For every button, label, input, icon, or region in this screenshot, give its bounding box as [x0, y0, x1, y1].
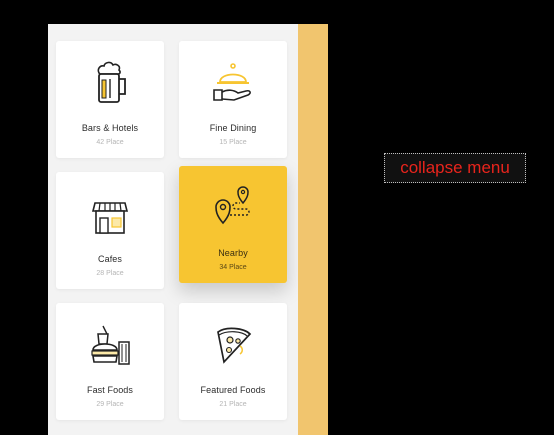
category-count: 29 Place	[96, 401, 124, 408]
category-count: 42 Place	[96, 139, 124, 146]
category-title: Fine Dining	[209, 123, 257, 133]
category-card-cafes[interactable]: Cafes 28 Place	[56, 172, 164, 289]
beer-mug-icon	[86, 59, 134, 107]
category-title: Fast Foods	[86, 385, 134, 395]
cafe-store-icon	[86, 190, 134, 238]
category-count: 28 Place	[96, 270, 124, 277]
side-accent-strip	[298, 24, 328, 435]
category-count: 21 Place	[219, 401, 247, 408]
category-title: Featured Foods	[200, 385, 266, 395]
category-card-fine-dining[interactable]: Fine Dining 15 Place	[179, 41, 287, 158]
collapse-menu-button[interactable]: collapse menu	[384, 153, 526, 183]
burger-drink-icon	[86, 321, 134, 369]
category-title: Cafes	[97, 254, 122, 264]
category-title: Nearby	[218, 248, 248, 258]
category-card-bars-hotels[interactable]: Bars & Hotels 42 Place	[56, 41, 164, 158]
pizza-slice-icon	[209, 321, 257, 369]
category-title: Bars & Hotels	[81, 123, 139, 133]
category-card-featured-foods[interactable]: Featured Foods 21 Place	[179, 303, 287, 420]
category-count: 34 Place	[219, 264, 247, 271]
cloche-hand-icon	[209, 59, 257, 107]
category-count: 15 Place	[219, 139, 247, 146]
route-pin-icon	[209, 184, 257, 232]
category-panel: Bars & Hotels 42 Place Fine Dining 15 Pl…	[48, 24, 298, 435]
category-card-fast-foods[interactable]: Fast Foods 29 Place	[56, 303, 164, 420]
category-card-nearby[interactable]: Nearby 34 Place	[179, 166, 287, 283]
